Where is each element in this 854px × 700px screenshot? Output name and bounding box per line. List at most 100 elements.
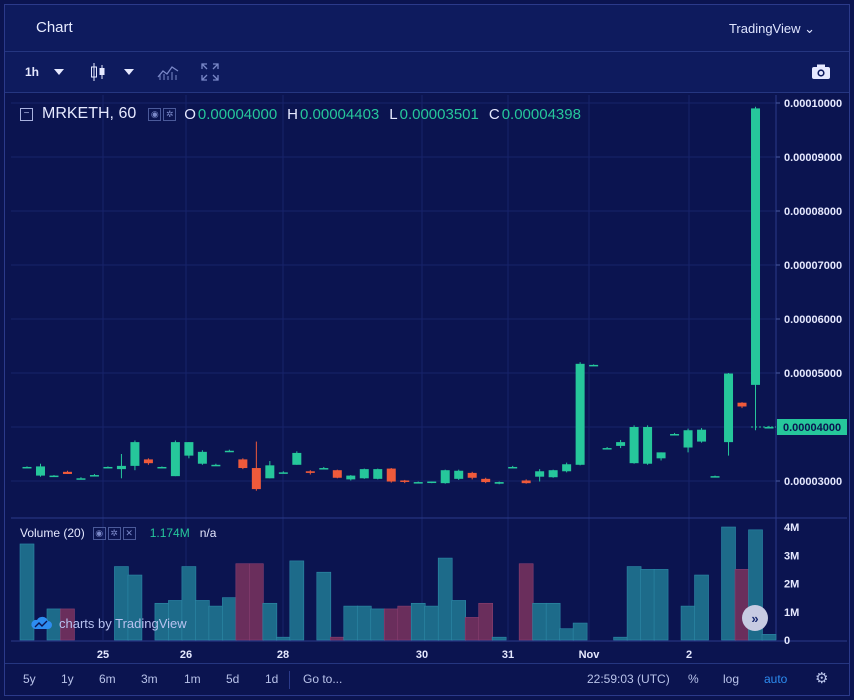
chart-toolbar: 1h [5, 52, 849, 93]
log-toggle[interactable]: log [723, 672, 739, 686]
utc-clock: 22:59:03 (UTC) [587, 672, 670, 686]
candle-body [157, 466, 167, 469]
volume-title: Volume (20) [20, 526, 85, 540]
percent-toggle[interactable]: % [688, 672, 699, 686]
volume-bar [437, 557, 453, 641]
candle-body [481, 478, 491, 483]
candle-body [548, 470, 558, 478]
candle-body [76, 478, 86, 480]
price-tick-label: 0.00003000 [784, 476, 842, 488]
volume-bar [518, 563, 534, 641]
tradingview-brand[interactable]: charts by TradingView [29, 615, 187, 631]
scroll-to-realtime-button[interactable]: » [742, 605, 768, 631]
settings-icon[interactable]: ⚙ [815, 669, 828, 687]
indicators-icon[interactable] [156, 61, 180, 83]
candle-body [575, 363, 585, 465]
candle-body [656, 452, 666, 459]
chart-widget: Chart TradingView ⌄ 1h 0.00010000 0.00009… [4, 4, 850, 696]
volume-bar [289, 560, 305, 641]
candle-body [130, 442, 140, 466]
goto-button[interactable]: Go to... [303, 672, 342, 686]
candle-body [292, 452, 302, 465]
eye-icon[interactable]: ◉ [92, 526, 106, 540]
volume-bar [680, 605, 696, 641]
candle-body [400, 480, 410, 482]
volume-bar [761, 634, 777, 641]
range-5d[interactable]: 5d [226, 672, 239, 686]
candle-body [278, 472, 288, 474]
volume-bar [222, 597, 237, 641]
volume-bar [249, 563, 264, 641]
candle-body [643, 427, 653, 464]
close-value: 0.00004398 [501, 105, 581, 123]
candle-body [143, 459, 153, 464]
settings-icon[interactable]: ✲ [163, 107, 177, 121]
chart-type-dropdown-icon[interactable] [121, 61, 137, 83]
range-3m[interactable]: 3m [141, 672, 158, 686]
volume-bar [329, 636, 345, 641]
price-chart[interactable]: 0.00010000 0.00009000 0.00008000 0.00007000… [11, 95, 847, 665]
volume-bar [343, 605, 359, 641]
candle-body [710, 476, 720, 478]
range-1y[interactable]: 1y [61, 672, 74, 686]
range-5y[interactable]: 5y [23, 672, 36, 686]
camera-icon[interactable] [809, 61, 833, 83]
settings-icon[interactable]: ✲ [107, 526, 121, 540]
volume-bar [208, 605, 224, 641]
candle-body [454, 470, 464, 479]
candle-body [49, 475, 59, 478]
range-1m[interactable]: 1m [184, 672, 201, 686]
candles-icon[interactable] [88, 61, 108, 83]
widget-title: Chart [36, 19, 73, 36]
price-tick-label: 0.00007000 [784, 260, 842, 272]
close-icon[interactable]: ✕ [122, 526, 136, 540]
time-tick-label: Nov [579, 649, 601, 661]
low-value: 0.00003501 [399, 105, 479, 123]
range-1d[interactable]: 1d [265, 672, 278, 686]
volume-tick-label: 1M [784, 607, 799, 619]
candle-body [724, 373, 734, 443]
open-label: O [184, 105, 196, 123]
candle-body [602, 448, 612, 450]
interval-dropdown-icon[interactable] [51, 61, 67, 83]
bottom-toolbar: 5y 1y 6m 3m 1m 5d 1d Go to... 22:59:03 (… [5, 663, 849, 697]
candle-body [332, 470, 342, 478]
volume-tick-label: 2M [784, 579, 799, 591]
cloud-logo-icon [31, 616, 52, 629]
time-tick-label: 26 [180, 649, 192, 661]
time-tick-label: 31 [502, 649, 514, 661]
volume-tick-label: 3M [784, 550, 799, 562]
collapse-legend-icon[interactable]: − [20, 107, 33, 121]
interval-button[interactable]: 1h [19, 61, 45, 83]
candle-body [440, 470, 450, 484]
volume-bar [559, 628, 574, 641]
open-value: 0.00004000 [197, 105, 278, 123]
fullscreen-icon[interactable] [198, 61, 222, 83]
time-tick-label: 28 [277, 649, 289, 661]
volume-value: 1.174M [149, 526, 190, 540]
chart-area[interactable]: 0.00010000 0.00009000 0.00008000 0.00007000… [11, 95, 847, 665]
volume-bar [370, 608, 386, 641]
price-tick-label: 0.00008000 [784, 206, 842, 218]
range-6m[interactable]: 6m [99, 672, 116, 686]
eye-icon[interactable]: ◉ [148, 107, 162, 121]
divider [289, 671, 290, 689]
candle-body [508, 466, 518, 469]
volume-tick-label: 4M [784, 522, 799, 534]
candle-body [305, 471, 315, 473]
provider-dropdown[interactable]: TradingView ⌄ [729, 21, 815, 37]
candle-body [629, 427, 639, 464]
volume-bar [721, 526, 736, 641]
auto-toggle[interactable]: auto [764, 672, 787, 686]
candle-body [562, 464, 572, 472]
candle-body [751, 108, 761, 385]
volume-bar [734, 569, 750, 641]
candle-body [22, 466, 32, 469]
candle-body [211, 464, 221, 467]
volume-actions: ◉ ✲ ✕ [92, 526, 136, 540]
volume-bar [424, 605, 440, 641]
volume-bar [653, 569, 669, 641]
last-price-label: 0.00004000 [783, 422, 841, 434]
candle-body [373, 469, 383, 479]
volume-bar [410, 602, 426, 641]
